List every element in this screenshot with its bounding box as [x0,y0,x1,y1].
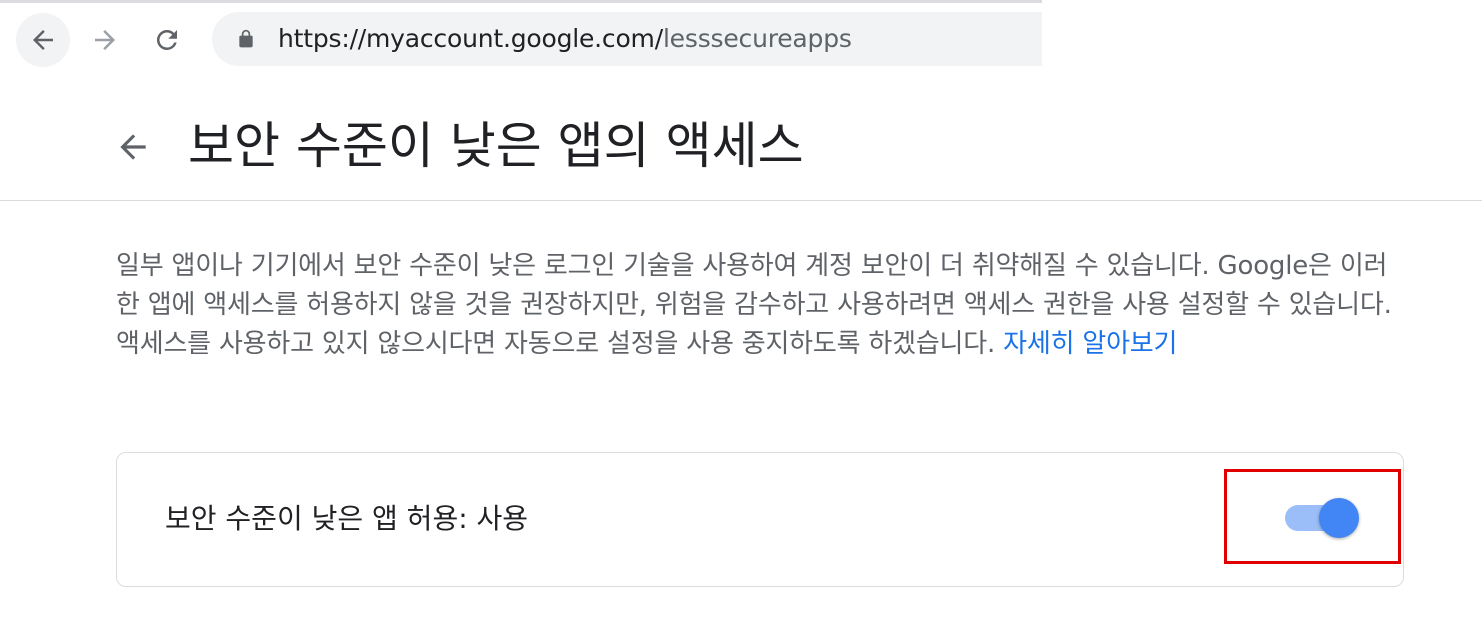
url-host: https://myaccount.google.com/ [278,24,663,53]
description-text: 일부 앱이나 기기에서 보안 수준이 낮은 로그인 기술을 사용하여 계정 보안… [116,247,1406,364]
highlight-annotation-box [1224,469,1401,564]
page-title: 보안 수준이 낮은 앱의 액세스 [188,117,804,175]
arrow-left-icon [33,30,53,50]
browser-forward-button[interactable] [78,13,132,67]
setting-label: 보안 수준이 낮은 앱 허용: 사용 [165,502,529,535]
lock-icon [239,29,253,48]
description-body: 일부 앱이나 기기에서 보안 수준이 낮은 로그인 기술을 사용하여 계정 보안… [116,251,1392,359]
page-back-button[interactable] [114,128,152,170]
learn-more-link[interactable]: 자세히 알아보기 [1003,329,1177,359]
address-bar[interactable]: https://myaccount.google.com/lesssecurea… [212,12,1042,66]
url-text[interactable]: https://myaccount.google.com/lesssecurea… [278,24,852,54]
url-path: lesssecureapps [662,24,852,53]
browser-reload-button[interactable] [140,13,194,67]
less-secure-apps-card: 보안 수준이 낮은 앱 허용: 사용 [116,452,1404,587]
browser-top-strip [0,0,1042,3]
browser-back-button[interactable] [16,13,70,67]
reload-icon [156,29,177,50]
arrow-right-icon [95,30,115,50]
header-divider [0,200,1482,201]
arrow-left-icon [120,134,146,160]
